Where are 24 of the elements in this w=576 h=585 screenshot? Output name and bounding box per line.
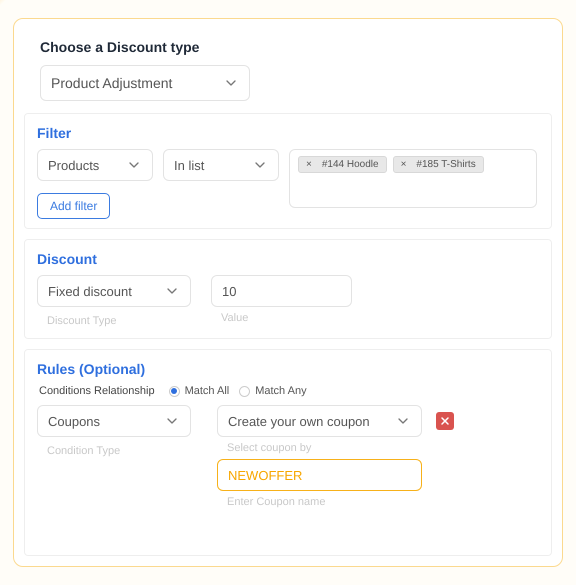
close-icon (439, 415, 451, 427)
condition-type-select[interactable]: Coupons (37, 405, 191, 437)
tag-label: #185 T-Shirts (416, 159, 476, 170)
panel-title: Rules (Optional) (37, 361, 146, 377)
add-filter-button[interactable]: Add filter (37, 193, 110, 219)
radio-icon[interactable] (168, 386, 180, 396)
radio-option[interactable]: Match All (168, 385, 230, 397)
tag-remove[interactable]: × (306, 159, 312, 170)
panel-title: Filter (37, 125, 72, 141)
tag-remove[interactable]: × (400, 159, 406, 170)
filter-operator-select[interactable]: In list (163, 149, 279, 181)
value-field[interactable]: 10 (211, 275, 352, 307)
filter-field-select[interactable]: Products (37, 149, 153, 181)
section-heading: Choose a Discount type (40, 39, 200, 55)
radio-option[interactable]: Match Any (239, 385, 307, 397)
tag-label: #144 Hoodle (322, 159, 379, 170)
radio-icon[interactable] (239, 386, 250, 396)
coupon-select[interactable]: Create your own coupon (217, 405, 422, 437)
panel-title: Discount (37, 251, 98, 267)
tags-field[interactable]: × #144 Hoodle × #185 T-Shirts (289, 149, 537, 208)
discount-type-select[interactable]: Fixed discount (37, 275, 191, 307)
delete-button[interactable] (436, 412, 454, 430)
relationship-label: Conditions Relationship (39, 385, 155, 397)
discount-type-select[interactable]: Product Adjustment (40, 65, 250, 101)
